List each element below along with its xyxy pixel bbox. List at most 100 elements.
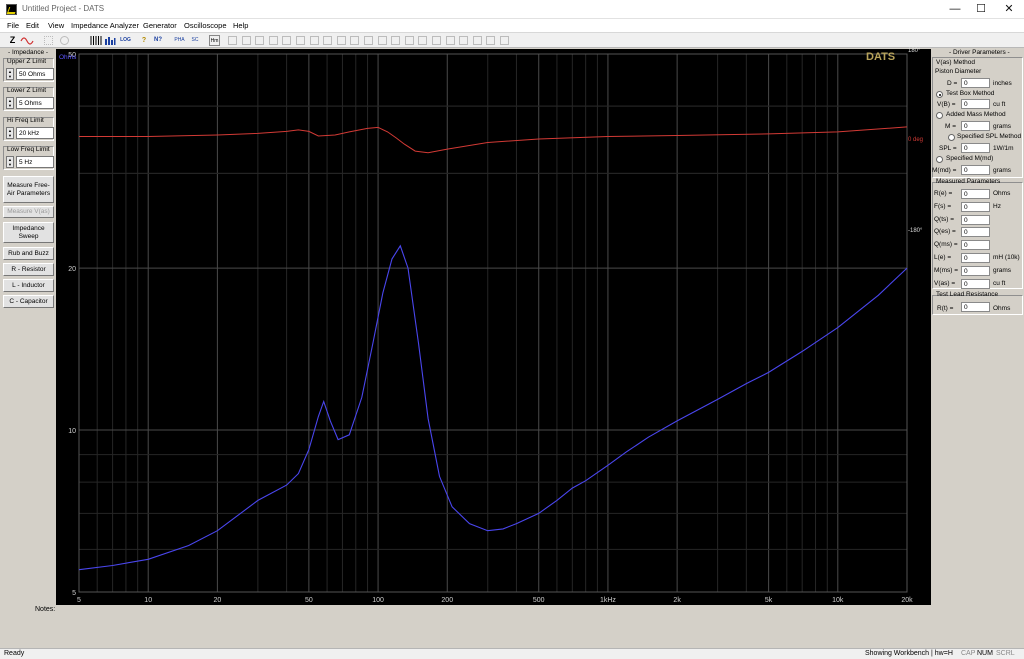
app-icon [6, 4, 17, 15]
menu-generator[interactable]: Generator [143, 21, 177, 30]
disabled-tool-icon[interactable] [309, 36, 319, 45]
disabled-tool-icon[interactable] [268, 36, 278, 45]
status-num: NUM [977, 650, 993, 657]
disabled-tool-icon[interactable] [350, 36, 360, 45]
driver-params-title: - Driver Parameters - [949, 49, 1010, 56]
x-tick-label: 200 [441, 597, 453, 604]
menu-impedance-analyzer[interactable]: Impedance Analyzer [71, 21, 139, 30]
rt-unit: Ohms [993, 305, 1011, 312]
x-tick-label: 50 [305, 597, 313, 604]
maximize-button[interactable]: ☐ [968, 0, 994, 19]
bars-icon[interactable] [104, 35, 116, 46]
x-tick-label: 5k [765, 597, 773, 604]
mmd-input[interactable]: 0 [961, 165, 990, 175]
grid-icon[interactable] [90, 35, 102, 46]
capacitor-button[interactable]: C - Capacitor [3, 295, 54, 308]
hi-freq-field[interactable]: 20 kHz [16, 127, 54, 139]
measured-label: M(ms) = [934, 266, 959, 274]
impedance-series-line [78, 244, 908, 571]
inductor-button[interactable]: L - Inductor [3, 279, 54, 292]
disabled-tool-icon[interactable] [500, 36, 509, 45]
disabled-tool-icon[interactable] [364, 36, 373, 45]
spl-input[interactable]: 0 [961, 143, 990, 153]
disabled-tool-icon[interactable] [336, 36, 346, 45]
disabled-tool-icon[interactable] [404, 36, 414, 45]
added-mass-radio[interactable] [936, 112, 943, 119]
low-freq-group: Low Freq Limit ▲ ▼ 5 Hz [3, 146, 54, 170]
toolbar: Z LOG ? N? PHA SC Hm [0, 32, 1024, 48]
upper-z-field[interactable]: 50 Ohms [16, 68, 54, 80]
measured-value: 0 [961, 214, 990, 225]
y-tick-label: 20 [68, 266, 76, 273]
disabled-tool-icon[interactable] [432, 36, 441, 45]
menu-oscilloscope[interactable]: Oscilloscope [184, 21, 227, 30]
hi-freq-spinner[interactable]: ▲ ▼ [6, 127, 14, 139]
measured-params-title: Measured Parameters [936, 178, 1001, 185]
low-freq-spinner[interactable]: ▲ ▼ [6, 156, 14, 168]
disabled-tool-icon[interactable] [241, 36, 251, 45]
measured-unit: Ohms [993, 190, 1011, 197]
disabled-tool-icon[interactable] [391, 36, 401, 45]
whats-this-icon[interactable]: N? [152, 35, 164, 46]
test-lead-title: Test Lead Resistance [936, 291, 999, 298]
lower-z-spinner[interactable]: ▲ ▼ [6, 97, 14, 109]
d-unit: inches [993, 80, 1012, 87]
menu-help[interactable]: Help [233, 21, 248, 30]
scale-icon[interactable]: SC [189, 35, 201, 46]
zoom-icon[interactable] [60, 36, 69, 45]
disabled-tool-icon[interactable] [459, 36, 469, 45]
lower-z-label: Lower Z Limit [7, 87, 47, 94]
measured-label: Q(ts) = [934, 215, 955, 223]
measure-free-air-button[interactable]: Measure Free-Air Parameters [3, 176, 54, 203]
x-tick-label: 2k [673, 597, 681, 604]
disabled-tool-icon[interactable] [296, 36, 305, 45]
waveform-icon[interactable] [20, 35, 34, 46]
plot-frame [78, 53, 908, 593]
menu-view[interactable]: View [48, 21, 64, 30]
x-tick-label: 1kHz [600, 597, 616, 604]
disabled-tool-icon[interactable] [486, 36, 496, 45]
cursor-icon[interactable] [44, 36, 53, 45]
upper-z-spinner[interactable]: ▲ ▼ [6, 68, 14, 80]
disabled-tool-icon[interactable] [377, 36, 387, 45]
rt-input[interactable]: 0 [961, 302, 990, 312]
m-input[interactable]: 0 [961, 121, 990, 131]
added-mass-label: Added Mass Method [946, 111, 1006, 118]
disabled-tool-icon[interactable] [282, 36, 292, 45]
upper-z-label: Upper Z Limit [7, 58, 47, 65]
disabled-tool-icon[interactable] [472, 36, 482, 45]
d-input[interactable]: 0 [961, 78, 990, 88]
rub-and-buzz-button[interactable]: Rub and Buzz [3, 247, 54, 260]
disabled-tool-icon[interactable] [255, 36, 265, 45]
menu-file[interactable]: File [7, 21, 19, 30]
disabled-tool-icon[interactable] [445, 36, 455, 45]
log-icon[interactable]: LOG [119, 35, 132, 46]
low-freq-field[interactable]: 5 Hz [16, 156, 54, 168]
minimize-button[interactable]: — [942, 0, 968, 19]
impedance-icon[interactable]: Z [8, 35, 17, 46]
harmonic-icon[interactable]: Hm [209, 35, 220, 46]
phase-icon[interactable]: PHA [173, 35, 186, 46]
spl-label: SPL = [939, 145, 957, 152]
close-button[interactable]: ✕ [996, 0, 1022, 19]
measured-unit: grams [993, 266, 1012, 274]
rt-label: R(t) = [937, 305, 954, 312]
help-icon[interactable]: ? [140, 35, 148, 46]
left-panel: - Impedance - Upper Z Limit ▲ ▼ 50 Ohms L… [0, 49, 56, 609]
vb-input[interactable]: 0 [961, 99, 990, 109]
x-tick-label: 10 [144, 597, 152, 604]
disabled-tool-icon[interactable] [323, 36, 333, 45]
specified-spl-radio[interactable] [948, 134, 955, 141]
specified-spl-label: Specified SPL Method [957, 133, 1022, 140]
disabled-tool-icon[interactable] [418, 36, 428, 45]
specified-mmd-radio[interactable] [936, 156, 943, 163]
x-tick-label: 500 [533, 597, 545, 604]
resistor-button[interactable]: R - Resistor [3, 263, 54, 276]
disabled-tool-icon[interactable] [228, 36, 237, 45]
menu-edit[interactable]: Edit [26, 21, 39, 30]
impedance-sweep-button[interactable]: Impedance Sweep [3, 222, 54, 243]
test-box-radio[interactable] [936, 91, 943, 98]
lower-z-field[interactable]: 5 Ohms [16, 97, 54, 109]
measure-vas-button[interactable]: Measure V(as) [3, 206, 54, 218]
impedance-plot[interactable]: 5 10 20 50 100 200 500 1kHz 2k 5k 10k 20k 5 10 20 50 DA… [56, 48, 931, 605]
